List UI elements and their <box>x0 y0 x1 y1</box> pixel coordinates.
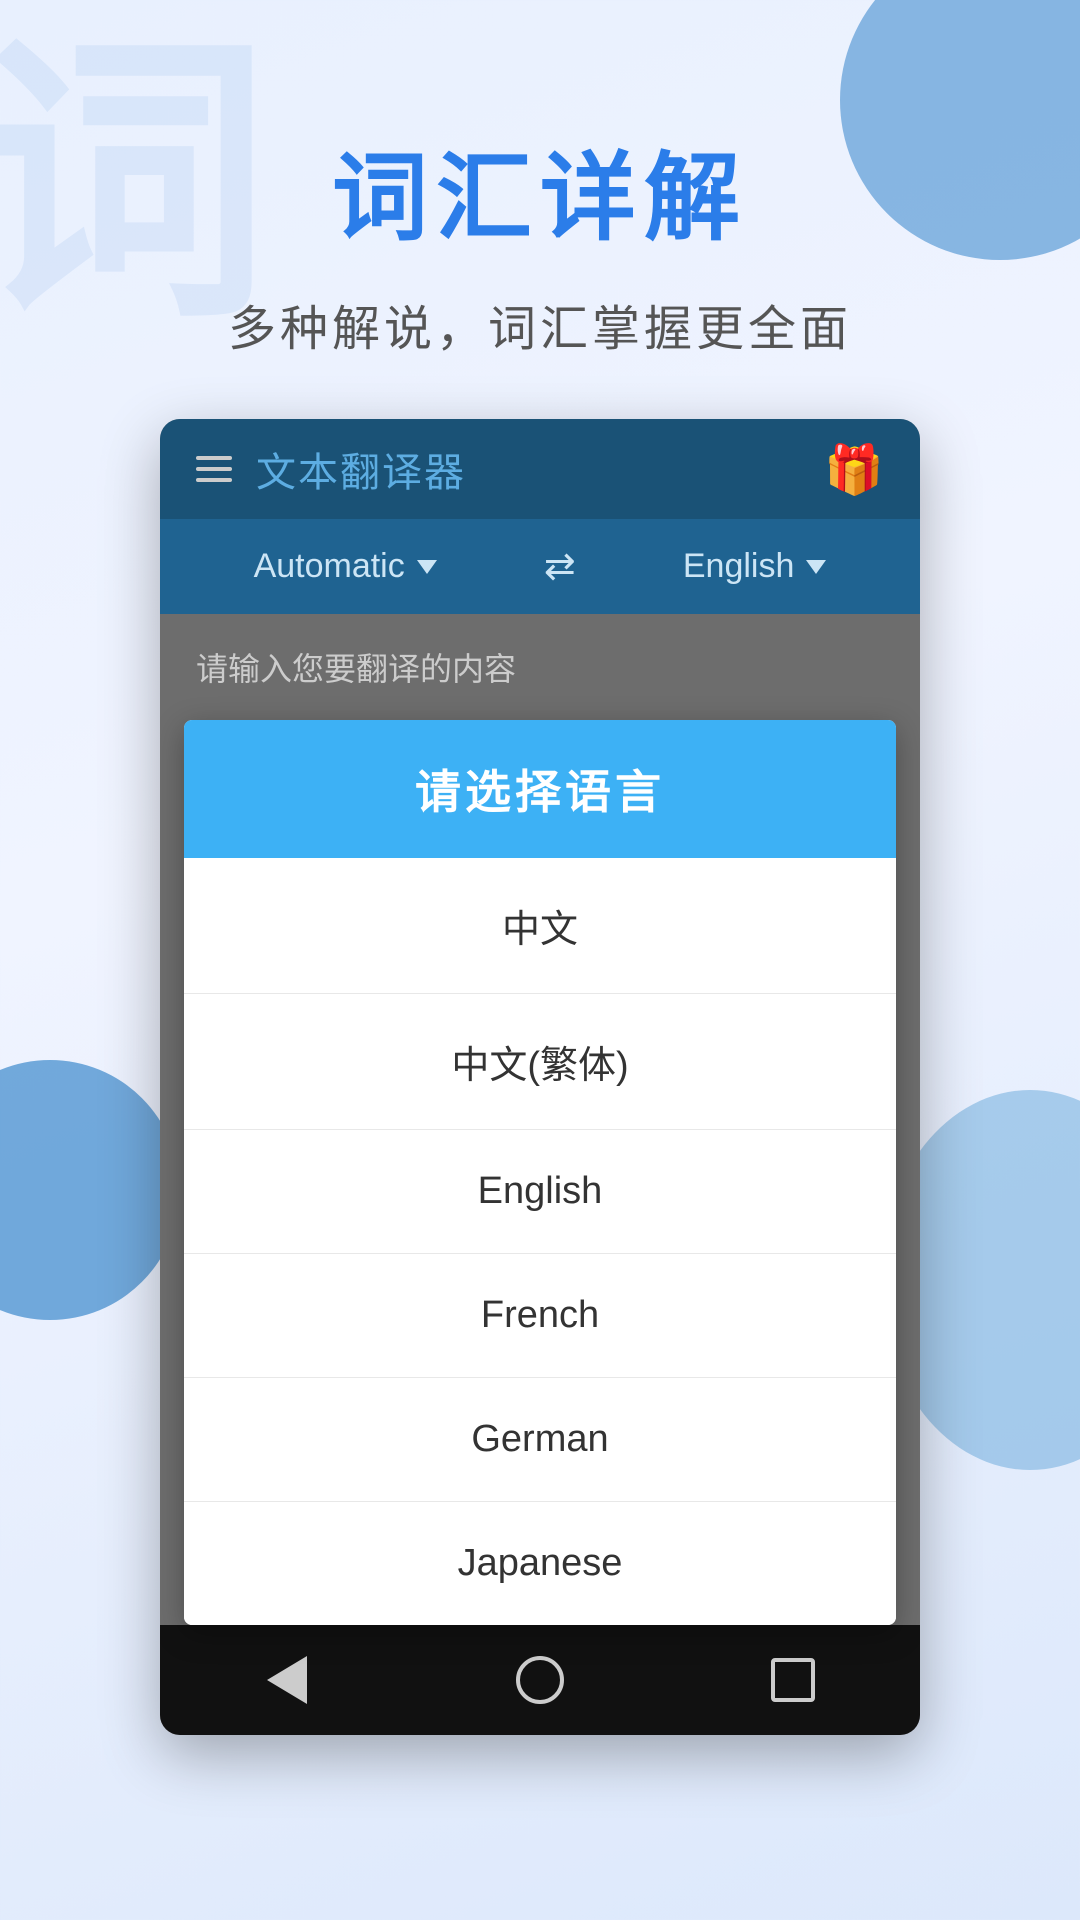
swap-icon[interactable]: ⇄ <box>544 544 576 589</box>
source-lang-selector[interactable]: Automatic <box>254 547 437 586</box>
recents-button[interactable] <box>753 1650 833 1710</box>
gift-icon[interactable]: 🎁 <box>824 441 884 498</box>
back-icon <box>267 1656 307 1704</box>
home-button[interactable] <box>500 1650 580 1710</box>
subtitle: 多种解说，词汇掌握更全面 <box>0 289 1080 359</box>
app-header-left: 文本翻译器 <box>196 440 466 498</box>
bg-circle-bottom-left <box>0 1060 180 1320</box>
dialog-header: 请选择语言 <box>184 720 896 858</box>
hamburger-icon[interactable] <box>196 456 232 482</box>
dialog-title: 请选择语言 <box>204 756 876 822</box>
dialog-body: 中文 中文(繁体) English French German Japanese <box>184 858 896 1625</box>
lang-option-french[interactable]: French <box>184 1254 896 1378</box>
lang-option-german[interactable]: German <box>184 1378 896 1502</box>
target-lang-label: English <box>683 547 795 586</box>
lang-bar: Automatic ⇄ English <box>160 519 920 614</box>
main-title: 词汇详解 <box>0 120 1080 259</box>
target-lang-selector[interactable]: English <box>683 547 827 586</box>
input-hint[interactable]: 请输入您要翻译的内容 <box>160 614 920 720</box>
phone-frame: 文本翻译器 🎁 Automatic ⇄ English 请输入您要翻译的内容 请… <box>160 419 920 1735</box>
app-header: 文本翻译器 🎁 <box>160 419 920 519</box>
dialog-overlay: 请选择语言 中文 中文(繁体) English French German Ja… <box>160 720 920 1625</box>
lang-option-japanese[interactable]: Japanese <box>184 1502 896 1625</box>
lang-dialog: 请选择语言 中文 中文(繁体) English French German Ja… <box>184 720 896 1625</box>
source-lang-dropdown-arrow <box>417 560 437 574</box>
bottom-nav <box>160 1625 920 1735</box>
app-title: 文本翻译器 <box>256 440 466 498</box>
source-lang-label: Automatic <box>254 547 405 586</box>
target-lang-dropdown-arrow <box>806 560 826 574</box>
lang-option-chinese[interactable]: 中文 <box>184 858 896 994</box>
home-icon <box>516 1656 564 1704</box>
content-area: 请输入您要翻译的内容 请选择语言 中文 中文(繁体) English Frenc… <box>160 614 920 1625</box>
back-button[interactable] <box>247 1650 327 1710</box>
lang-option-english[interactable]: English <box>184 1130 896 1254</box>
recents-icon <box>771 1658 815 1702</box>
lang-option-chinese-traditional[interactable]: 中文(繁体) <box>184 994 896 1130</box>
top-section: 词汇详解 多种解说，词汇掌握更全面 <box>0 0 1080 419</box>
